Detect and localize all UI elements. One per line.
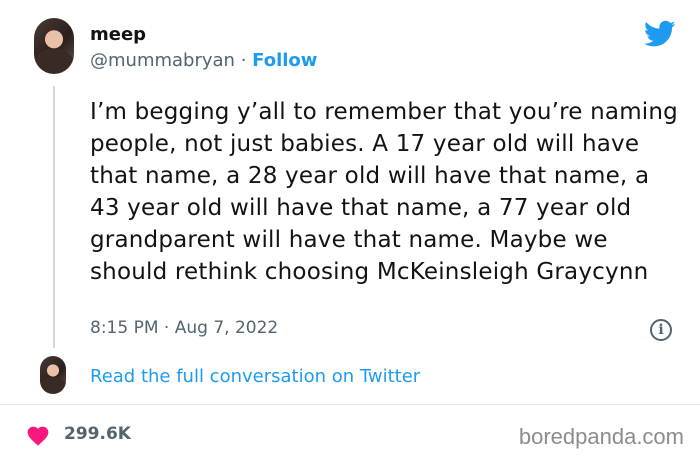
author-avatar-small[interactable] bbox=[40, 356, 66, 394]
author-handle[interactable]: @mummabryan bbox=[90, 50, 235, 71]
thread-line bbox=[53, 86, 55, 348]
heart-icon[interactable] bbox=[26, 424, 50, 446]
likes-count[interactable]: 299.6K bbox=[64, 424, 131, 444]
watermark: boredpanda.com bbox=[518, 424, 684, 449]
author-display-name[interactable]: meep bbox=[90, 24, 146, 45]
timestamp-separator: · bbox=[158, 318, 175, 338]
tweet-card: meep @mummabryan · Follow I’m begging y’… bbox=[0, 0, 700, 461]
author-avatar[interactable] bbox=[34, 18, 74, 74]
tweet-timestamp[interactable]: 8:15 PM · Aug 7, 2022 bbox=[90, 318, 278, 338]
author-handle-row: @mummabryan · Follow bbox=[90, 50, 317, 71]
twitter-bird-icon[interactable] bbox=[644, 20, 676, 48]
tweet-date[interactable]: Aug 7, 2022 bbox=[175, 318, 279, 338]
handle-separator: · bbox=[234, 50, 253, 71]
info-icon[interactable]: i bbox=[650, 319, 672, 341]
read-full-conversation-link[interactable]: Read the full conversation on Twitter bbox=[90, 366, 420, 387]
follow-button[interactable]: Follow bbox=[252, 50, 317, 71]
tweet-time[interactable]: 8:15 PM bbox=[90, 318, 159, 338]
tweet-text: I’m begging y’all to remember that you’r… bbox=[90, 99, 678, 285]
divider bbox=[0, 404, 700, 405]
